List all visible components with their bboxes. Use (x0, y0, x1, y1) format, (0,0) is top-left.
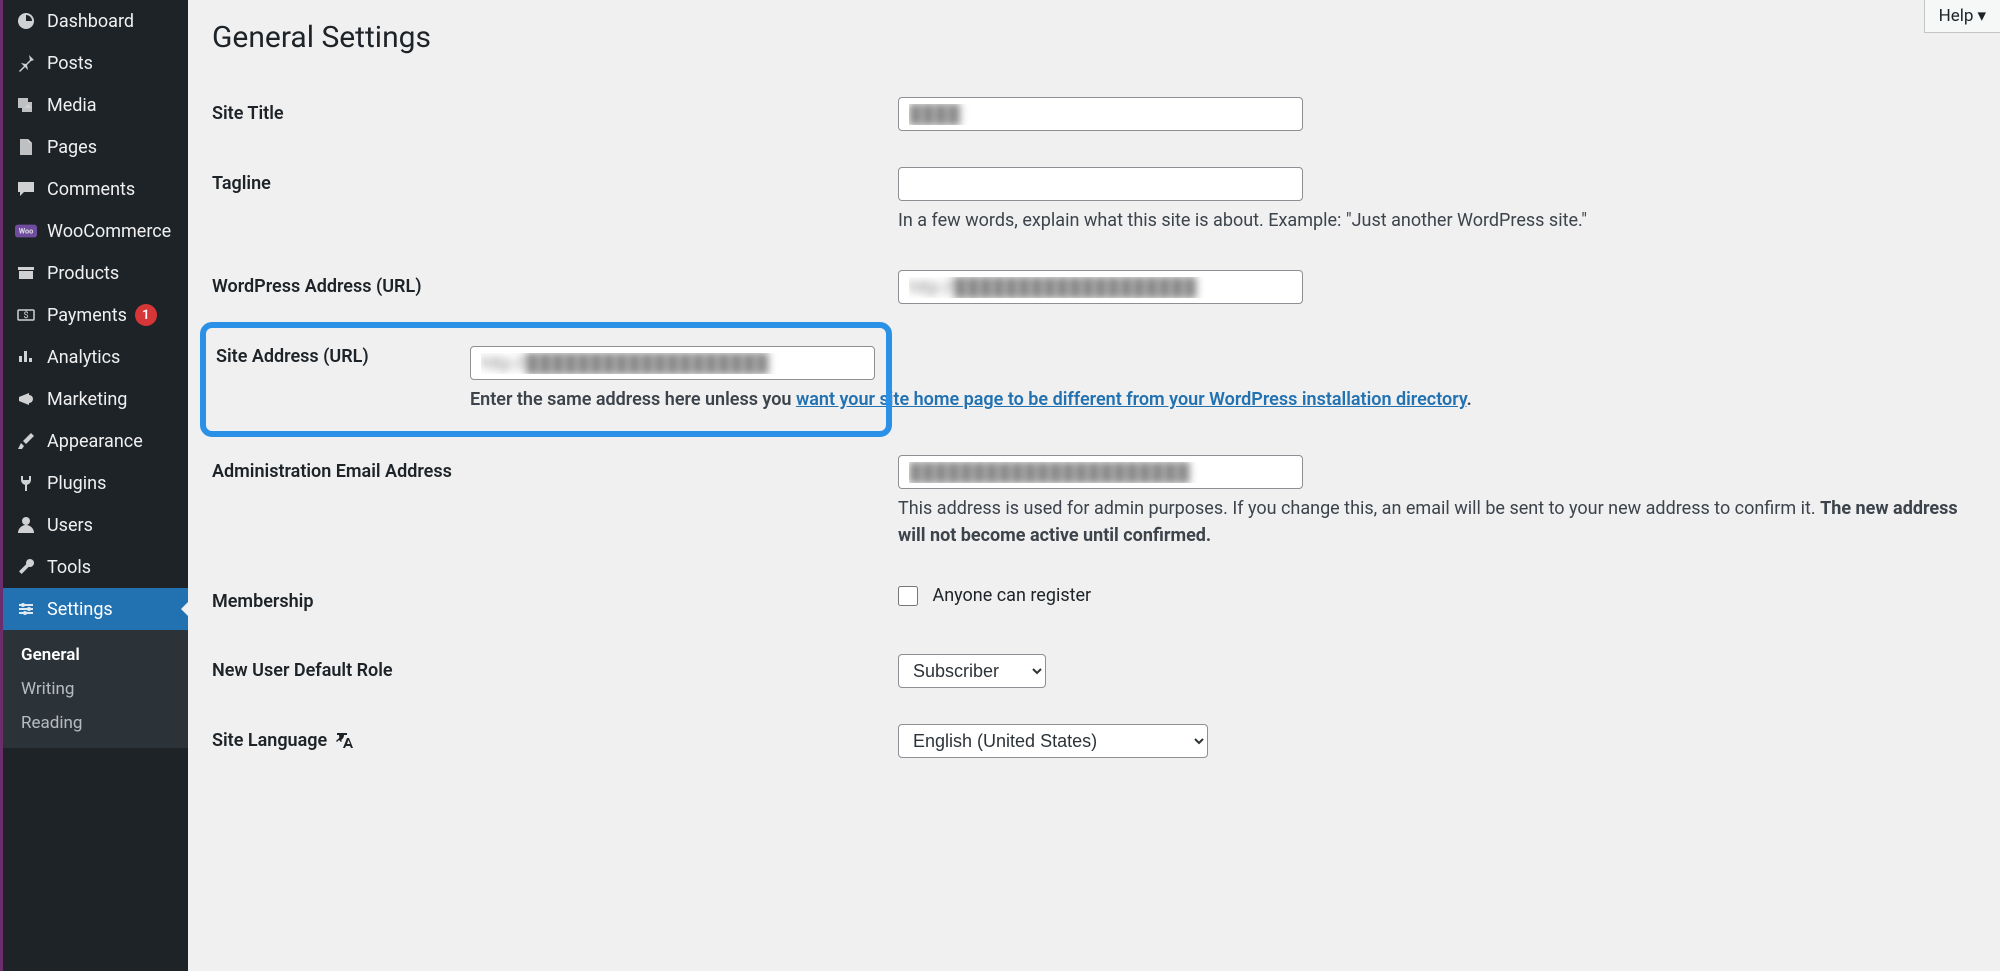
admin-sidebar: Dashboard Posts Media Pages Comments Woo… (0, 0, 188, 971)
sidebar-item-dashboard[interactable]: Dashboard (3, 0, 188, 42)
sidebar-item-label: Analytics (47, 347, 120, 368)
help-tab[interactable]: Help ▾ (1924, 0, 2000, 33)
sidebar-item-label: Comments (47, 179, 135, 200)
site-title-input[interactable] (898, 97, 1303, 131)
sidebar-item-label: Media (47, 95, 97, 116)
svg-text:Woo: Woo (19, 227, 34, 236)
tagline-input[interactable] (898, 167, 1303, 201)
site-address-help-link[interactable]: want your site home page to be different… (796, 389, 1467, 410)
row-site-title: Site Title (212, 79, 1976, 149)
brush-icon (15, 430, 37, 452)
row-wp-address: WordPress Address (URL) (212, 252, 1976, 322)
wp-address-label: WordPress Address (URL) (212, 252, 888, 322)
sidebar-item-label: Tools (47, 557, 91, 578)
admin-email-input[interactable] (898, 455, 1303, 489)
megaphone-icon (15, 388, 37, 410)
sidebar-item-label: WooCommerce (47, 221, 171, 242)
submenu-item-reading[interactable]: Reading (3, 706, 188, 740)
site-address-description: Enter the same address here unless you w… (470, 386, 1472, 413)
plug-icon (15, 472, 37, 494)
tagline-label: Tagline (212, 149, 888, 252)
default-role-label: New User Default Role (212, 636, 888, 706)
page-title: General Settings (212, 20, 1976, 55)
sidebar-item-marketing[interactable]: Marketing (3, 378, 188, 420)
site-address-input[interactable] (470, 346, 875, 380)
analytics-icon (15, 346, 37, 368)
comment-icon (15, 178, 37, 200)
sidebar-item-comments[interactable]: Comments (3, 168, 188, 210)
sidebar-item-payments[interactable]: $ Payments 1 (3, 294, 188, 336)
sidebar-item-tools[interactable]: Tools (3, 546, 188, 588)
submenu-item-writing[interactable]: Writing (3, 672, 188, 706)
membership-checkbox-wrap[interactable]: Anyone can register (898, 585, 1091, 606)
sidebar-item-woocommerce[interactable]: Woo WooCommerce (3, 210, 188, 252)
woocommerce-icon: Woo (15, 220, 37, 242)
sidebar-item-label: Marketing (47, 389, 127, 410)
sidebar-item-users[interactable]: Users (3, 504, 188, 546)
translate-icon (336, 730, 358, 752)
admin-email-description: This address is used for admin purposes.… (898, 495, 1966, 549)
admin-email-label: Administration Email Address (212, 437, 888, 567)
default-role-select[interactable]: Subscriber (898, 654, 1046, 688)
sidebar-item-analytics[interactable]: Analytics (3, 336, 188, 378)
sidebar-item-plugins[interactable]: Plugins (3, 462, 188, 504)
row-membership: Membership Anyone can register (212, 567, 1976, 636)
sidebar-item-media[interactable]: Media (3, 84, 188, 126)
sidebar-item-appearance[interactable]: Appearance (3, 420, 188, 462)
settings-form: Site Title Tagline In a few words, expla… (212, 79, 1976, 776)
sidebar-item-label: Settings (47, 599, 113, 620)
media-icon (15, 94, 37, 116)
submenu-item-general[interactable]: General (3, 638, 188, 672)
help-tab-label: Help (1939, 6, 1974, 26)
sidebar-item-label: Plugins (47, 473, 106, 494)
sidebar-item-label: Dashboard (47, 11, 134, 32)
row-tagline: Tagline In a few words, explain what thi… (212, 149, 1976, 252)
membership-checkbox-label: Anyone can register (932, 585, 1091, 606)
sidebar-item-label: Users (47, 515, 93, 536)
site-address-label: Site Address (URL) (216, 346, 369, 367)
archive-icon (15, 262, 37, 284)
row-site-address: Site Address (URL) Enter the same addres… (212, 322, 1976, 437)
sidebar-item-label: Pages (47, 137, 97, 158)
chevron-down-icon: ▾ (1977, 6, 1986, 26)
sidebar-item-posts[interactable]: Posts (3, 42, 188, 84)
sidebar-item-label: Payments (47, 305, 127, 326)
wp-address-input[interactable] (898, 270, 1303, 304)
svg-text:$: $ (23, 310, 28, 321)
sidebar-item-label: Posts (47, 53, 93, 74)
user-icon (15, 514, 37, 536)
settings-icon (15, 598, 37, 620)
dashboard-icon (15, 10, 37, 32)
wrench-icon (15, 556, 37, 578)
row-default-role: New User Default Role Subscriber (212, 636, 1976, 706)
site-language-select[interactable]: English (United States) (898, 724, 1208, 758)
settings-submenu: General Writing Reading (3, 630, 188, 748)
main-content: Help ▾ General Settings Site Title Tagli… (188, 0, 2000, 971)
page-icon (15, 136, 37, 158)
membership-checkbox[interactable] (898, 586, 918, 606)
pin-icon (15, 52, 37, 74)
membership-label: Membership (212, 567, 888, 636)
sidebar-item-label: Products (47, 263, 119, 284)
site-language-label: Site Language (212, 706, 888, 776)
row-admin-email: Administration Email Address This addres… (212, 437, 1976, 567)
sidebar-item-pages[interactable]: Pages (3, 126, 188, 168)
payments-icon: $ (15, 304, 37, 326)
sidebar-item-products[interactable]: Products (3, 252, 188, 294)
site-title-label: Site Title (212, 79, 888, 149)
sidebar-item-settings[interactable]: Settings (3, 588, 188, 630)
row-site-language: Site Language English (United States) (212, 706, 1976, 776)
sidebar-item-label: Appearance (47, 431, 143, 452)
payments-badge: 1 (135, 304, 157, 326)
tagline-description: In a few words, explain what this site i… (898, 207, 1966, 234)
